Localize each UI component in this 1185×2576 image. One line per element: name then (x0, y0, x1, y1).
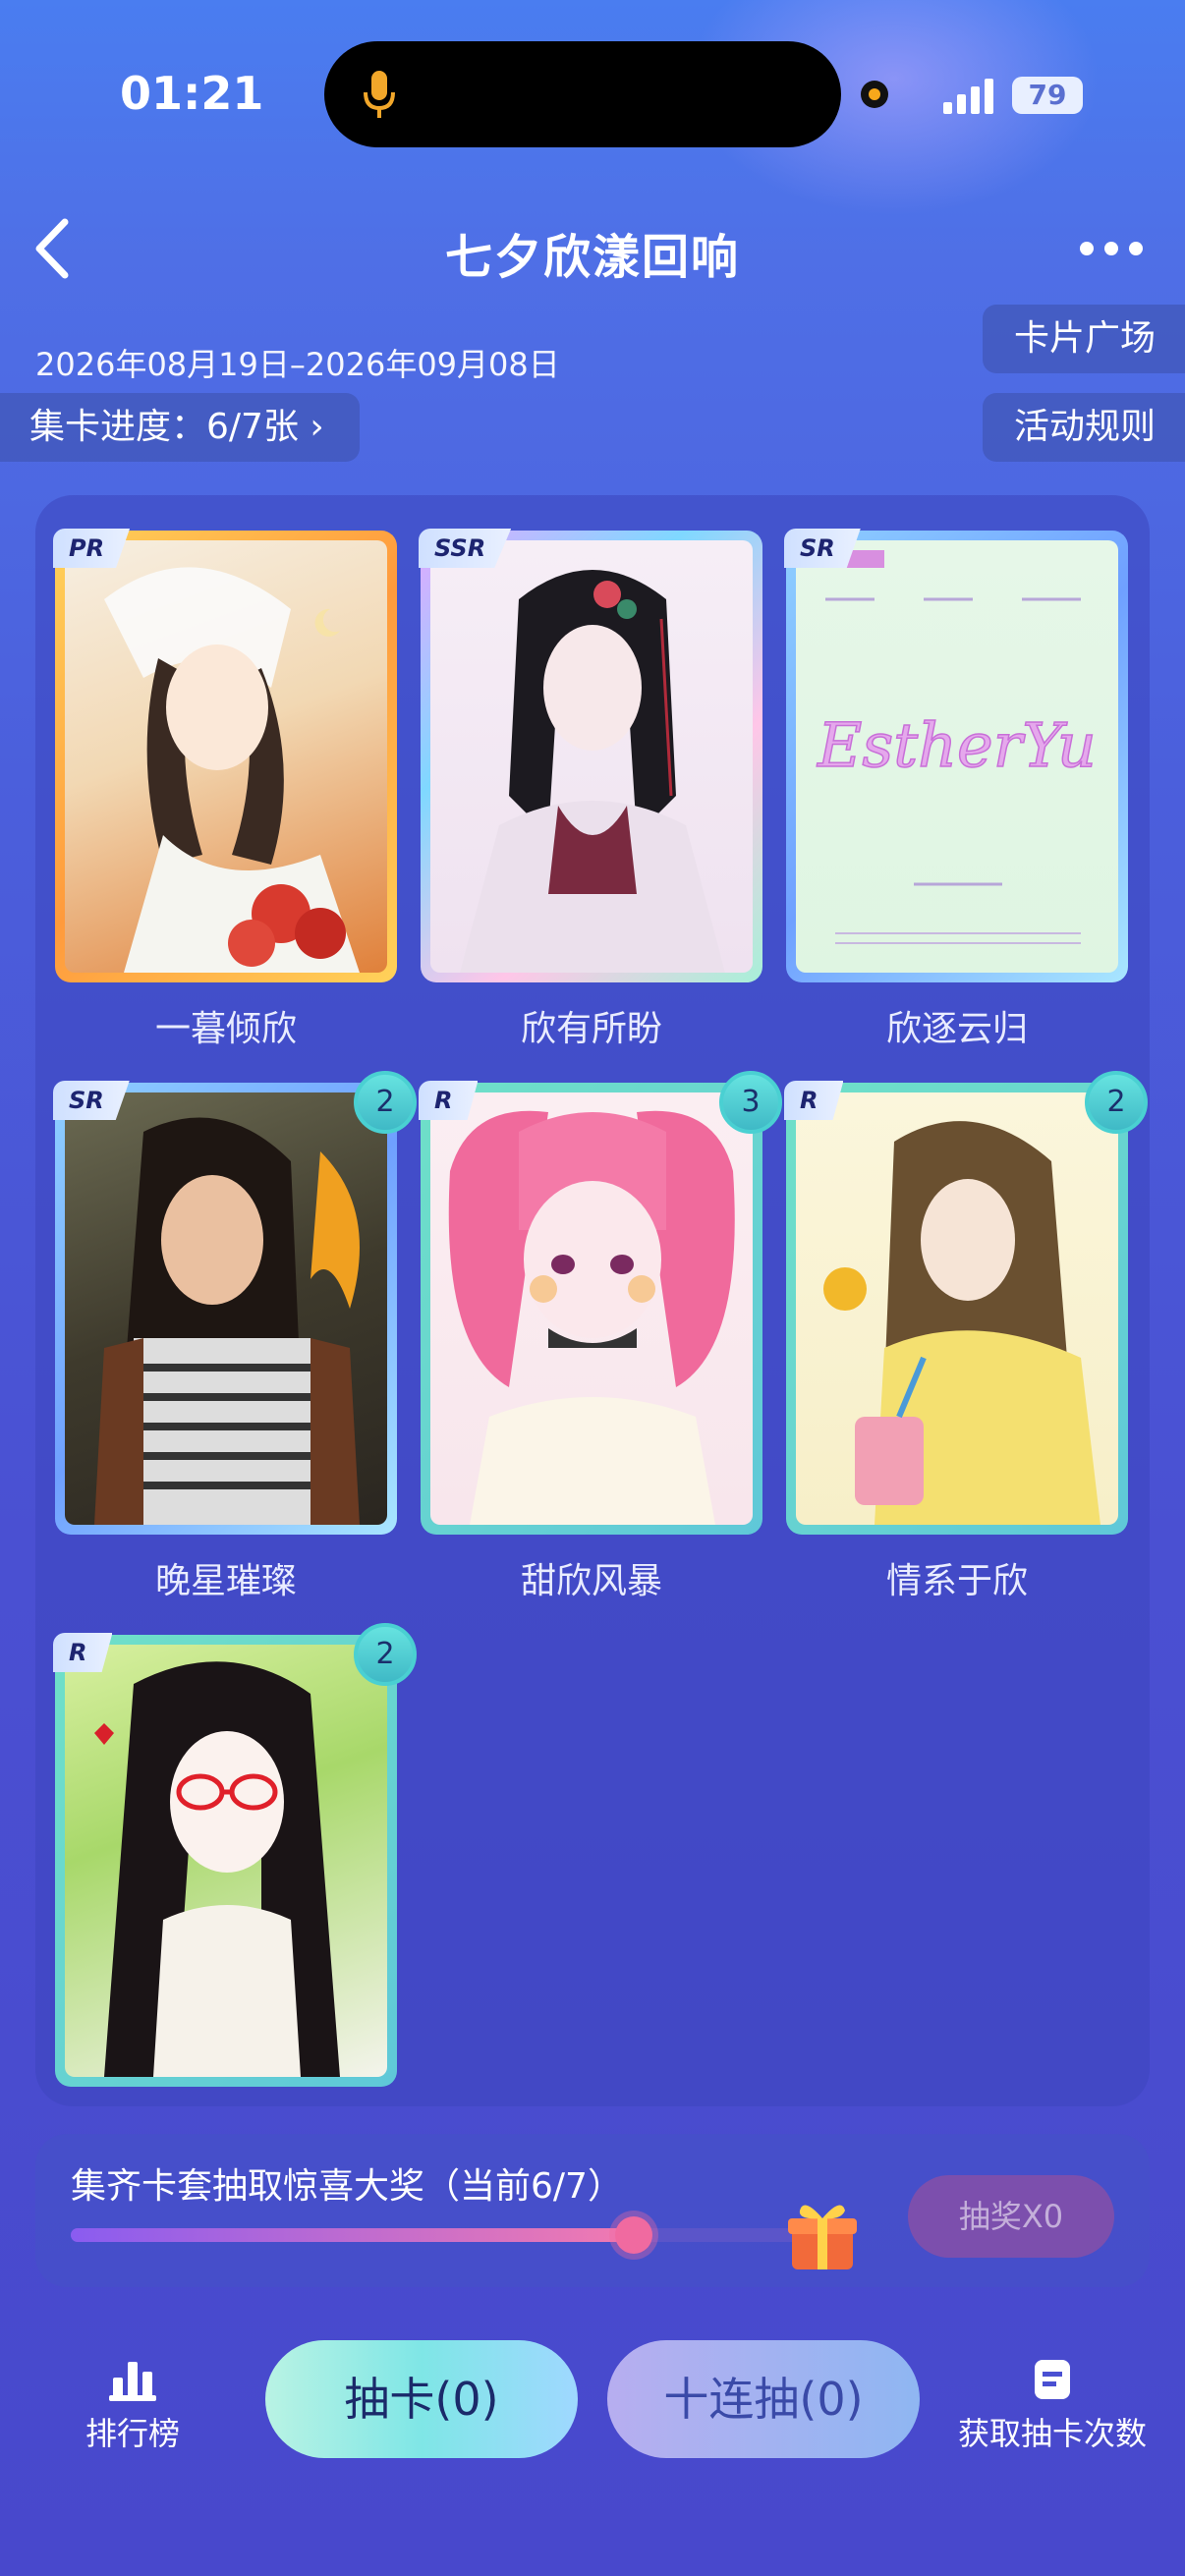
card-name: 一暮倾欣 (154, 1009, 297, 1049)
status-time: 01:21 (120, 67, 264, 120)
card-name: 甜欣风暴 (520, 1561, 662, 1601)
card-item[interactable]: SSR (419, 529, 762, 982)
card-artwork (430, 1092, 753, 1525)
page-title: 七夕欣漾回响 (444, 230, 740, 285)
card-name: 欣逐云归 (885, 1009, 1028, 1049)
portrait-illustration (94, 1117, 360, 1525)
portrait-illustration (104, 567, 360, 973)
microphone-icon (364, 71, 395, 118)
leaderboard-label: 排行榜 (85, 2415, 180, 2452)
gift-icon (788, 2205, 857, 2269)
get-chances-label: 获取抽卡次数 (957, 2415, 1147, 2452)
card-count-badge: 2 (1085, 1071, 1148, 1134)
card-square-button[interactable]: 卡片广场 (982, 305, 1185, 373)
ticket-icon (1035, 2360, 1070, 2399)
reward-progress-fill (71, 2228, 634, 2242)
reward-progress-bar (71, 2216, 818, 2254)
draw-ten-button[interactable]: 十连抽(0) (607, 2340, 920, 2458)
card-artwork (430, 540, 753, 973)
typography-artwork: EstherYu (796, 550, 1098, 944)
get-chances-button[interactable]: 获取抽卡次数 (949, 2358, 1156, 2454)
card-item[interactable]: R (784, 1081, 1128, 1535)
draw-one-button[interactable]: 抽卡(0) (265, 2340, 578, 2458)
card-artwork (65, 1645, 387, 2077)
card-artwork (65, 1092, 387, 1525)
card-count-badge: 2 (354, 1623, 417, 1686)
portrait-illustration (460, 570, 725, 973)
camera-indicator (861, 81, 888, 108)
artwork-text: EstherYu (817, 709, 1097, 781)
card-artwork: EstherYu (796, 540, 1118, 973)
card-item[interactable]: R (53, 1633, 397, 2087)
card-name: 欣有所盼 (520, 1009, 662, 1049)
card-count-badge: 2 (354, 1071, 417, 1134)
card-item[interactable]: R (419, 1081, 762, 1535)
event-date-range: 2026年08月19日–2026年09月08日 (35, 346, 560, 383)
battery-indicator: 79 (1012, 77, 1083, 114)
reward-progress-knob (615, 2216, 652, 2254)
reward-progress-text: 集齐卡套抽取惊喜大奖（当前6/7） (71, 2166, 623, 2207)
portrait-illustration (823, 1121, 1100, 1525)
card-name: 晚星璀璨 (154, 1561, 297, 1601)
leaderboard-button[interactable]: 排行榜 (69, 2358, 197, 2454)
dynamic-island (324, 41, 841, 147)
card-name: 情系于欣 (885, 1561, 1028, 1601)
card-collection-panel: PR 一暮倾欣 SSR 欣有所盼 EstherYu SR 欣逐云归 SR 2 晚… (35, 495, 1150, 2106)
leaderboard-icon (109, 2362, 156, 2401)
signal-icon (943, 79, 993, 114)
draw-prize-button[interactable]: 抽奖X0 (908, 2175, 1114, 2258)
card-count-badge: 3 (719, 1071, 782, 1134)
card-item[interactable]: SR (53, 1081, 397, 1535)
card-artwork (65, 540, 387, 973)
rules-button[interactable]: 活动规则 (982, 393, 1185, 462)
card-item[interactable]: EstherYu SR (784, 529, 1128, 982)
more-icon[interactable] (1077, 234, 1146, 263)
card-artwork (796, 1092, 1118, 1525)
collection-progress-button[interactable]: 集卡进度：6/7张 › (0, 393, 360, 462)
card-item[interactable]: PR (53, 529, 397, 982)
portrait-illustration (448, 1110, 735, 1525)
reward-progress-panel: 集齐卡套抽取惊喜大奖（当前6/7） 抽奖X0 (35, 2134, 1150, 2287)
portrait-illustration (94, 1661, 340, 2077)
